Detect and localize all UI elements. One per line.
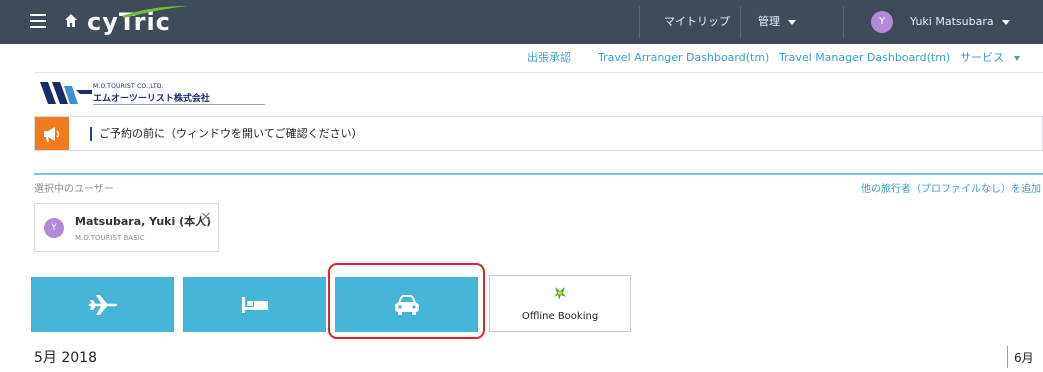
accent-bar: [90, 127, 92, 141]
services-menu-label: サービス: [960, 51, 1004, 64]
megaphone-icon: [35, 117, 69, 150]
offline-booking-button[interactable]: Offline Booking: [489, 275, 631, 332]
home-icon[interactable]: [64, 13, 78, 29]
admin-menu[interactable]: 管理: [758, 14, 796, 30]
month-divider: [1007, 346, 1008, 368]
selected-user-label: 選択中のユーザー: [34, 184, 114, 195]
nav-divider: [740, 6, 741, 38]
chevron-down-icon: [1001, 19, 1010, 25]
flight-booking-button[interactable]: [31, 277, 174, 332]
hotel-booking-button[interactable]: [183, 277, 326, 332]
add-other-traveler-link[interactable]: 他の旅行者（プロファイルなし）を追加: [861, 183, 1041, 197]
car-booking-button[interactable]: [335, 277, 478, 332]
user-profile-name: M.O.TOURIST BASIC: [75, 234, 145, 242]
admin-menu-label: 管理: [758, 15, 780, 28]
car-icon: [394, 294, 419, 315]
close-icon[interactable]: ×: [200, 210, 212, 224]
logo-swoosh-icon: [122, 6, 188, 18]
section-divider: [34, 173, 1043, 175]
company-name-english: M.O.TOURIST CO.,LTD.: [93, 83, 164, 90]
nav-divider: [843, 6, 844, 38]
user-name: Matsubara, Yuki (本人): [75, 215, 212, 228]
selected-user-card: Y Matsubara, Yuki (本人) M.O.TOURIST BASIC…: [34, 203, 219, 252]
hamburger-menu-icon[interactable]: [30, 14, 46, 28]
company-name-japanese: エムオーツーリスト株式会社: [93, 94, 210, 104]
nav-divider: [639, 6, 640, 38]
hotel-bed-icon: [241, 296, 268, 313]
services-menu[interactable]: サービス: [960, 50, 1020, 66]
chevron-down-icon: [1014, 55, 1020, 61]
avatar: Y: [44, 218, 64, 238]
user-avatar[interactable]: Y: [871, 11, 893, 33]
announcement-text[interactable]: ご予約の前に（ウィンドウを開いてご確認ください）: [99, 126, 363, 142]
my-trips-link[interactable]: マイトリップ: [664, 14, 730, 30]
offline-booking-label: Offline Booking: [521, 311, 599, 322]
current-month-title: 5月 2018: [34, 350, 97, 366]
top-navigation-bar: cyTric マイトリップ 管理 Y Yuki Matsubara: [0, 0, 1043, 44]
travel-manager-dashboard-link[interactable]: Travel Manager Dashboard(tm): [779, 50, 950, 66]
user-menu[interactable]: Yuki Matsubara: [910, 14, 1010, 30]
user-menu-name: Yuki Matsubara: [910, 15, 994, 28]
divider: [34, 72, 1043, 73]
offline-booking-icon: [554, 287, 566, 300]
divider: [93, 104, 265, 105]
next-month-title: 6月: [1014, 351, 1034, 365]
announcement-banner[interactable]: ご予約の前に（ウィンドウを開いてご確認ください）: [34, 116, 1043, 151]
company-logo-icon: [40, 82, 92, 104]
approval-link[interactable]: 出張承認: [527, 50, 571, 66]
travel-arranger-dashboard-link[interactable]: Travel Arranger Dashboard(tm): [598, 50, 769, 66]
airplane-icon: [88, 294, 117, 315]
chevron-down-icon: [788, 19, 796, 25]
